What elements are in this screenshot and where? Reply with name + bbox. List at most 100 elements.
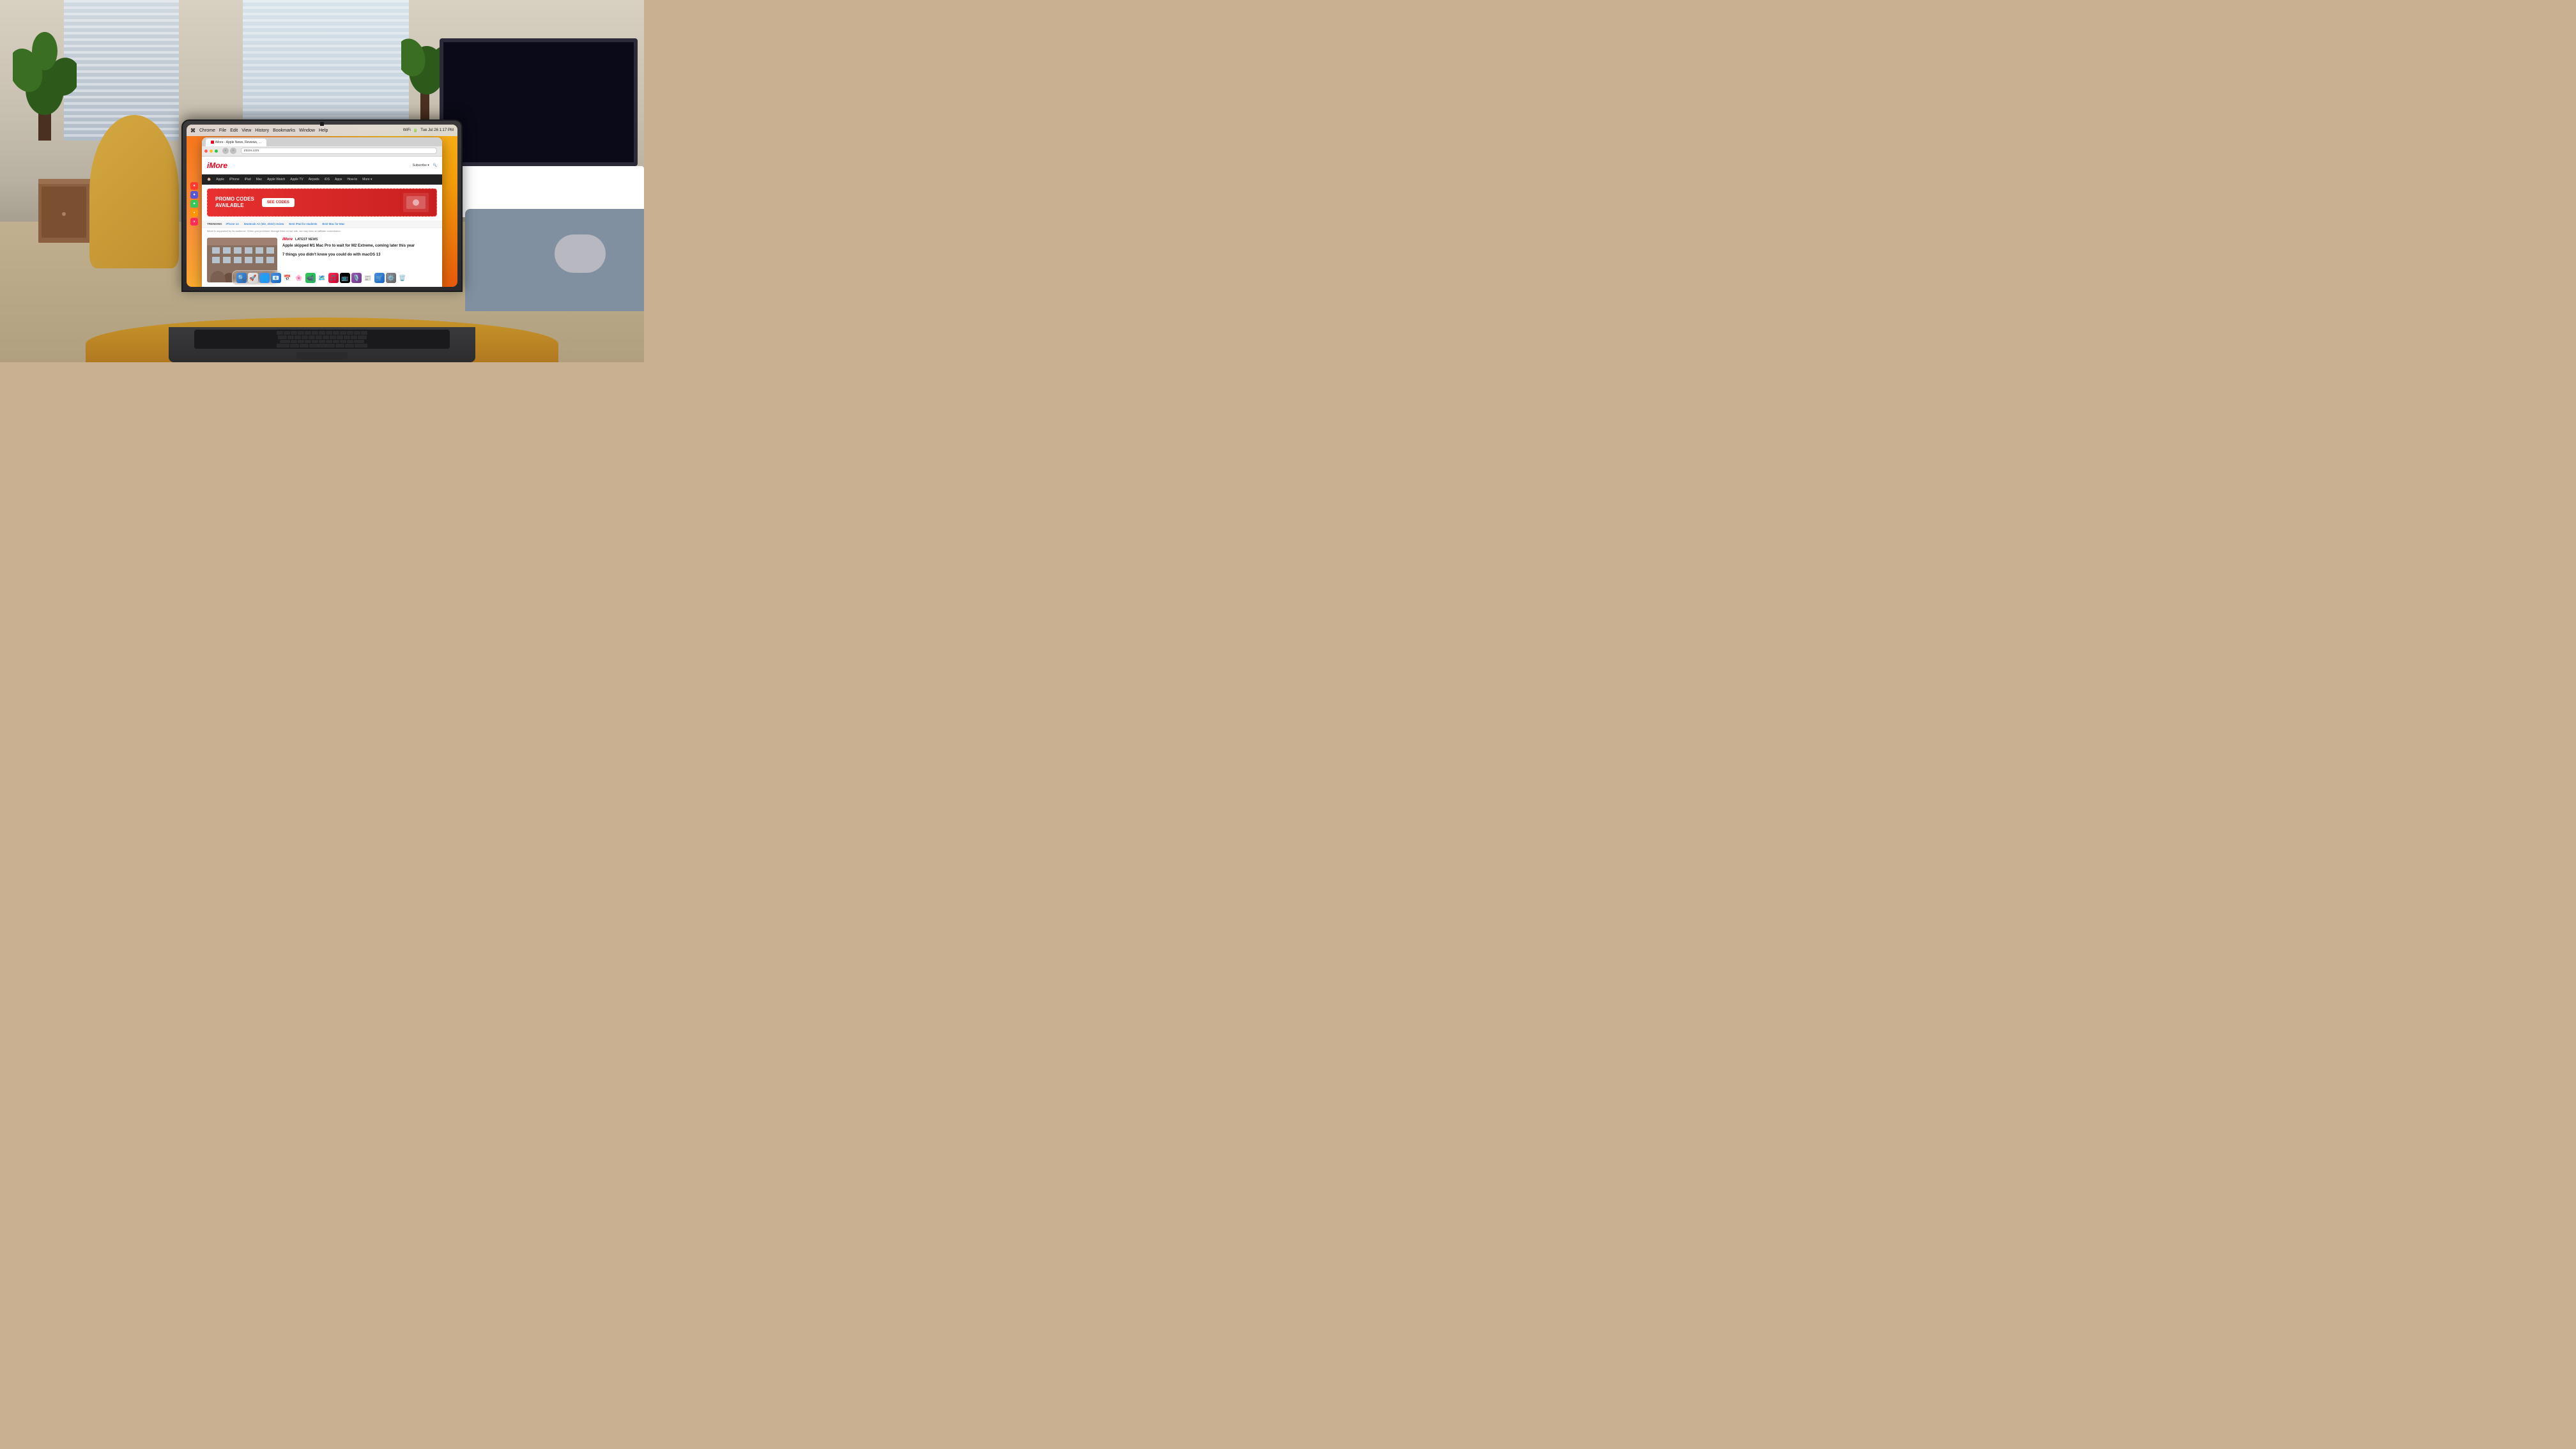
dock-icon-facetime[interactable]: 📹 — [305, 273, 316, 283]
menubar-window[interactable]: Window — [299, 128, 315, 133]
key[interactable] — [309, 335, 315, 339]
sidebar-icon-2[interactable]: ● — [190, 191, 198, 199]
key[interactable] — [337, 335, 343, 339]
key[interactable] — [319, 331, 325, 335]
key[interactable] — [302, 335, 308, 339]
key[interactable] — [305, 340, 311, 344]
dock-icon-photos[interactable]: 🌸 — [294, 273, 304, 283]
key[interactable] — [340, 340, 346, 344]
key[interactable] — [291, 340, 297, 344]
key[interactable] — [312, 340, 318, 344]
key[interactable] — [354, 340, 364, 344]
nav-apple[interactable]: Apple — [216, 178, 224, 181]
key[interactable] — [319, 340, 325, 344]
trending-item-2[interactable]: MacBook Air (M2, 2022) review — [244, 222, 284, 226]
menubar-help[interactable]: Help — [319, 128, 328, 133]
forward-button[interactable]: › — [230, 148, 236, 154]
key[interactable] — [335, 344, 344, 348]
menubar-bookmarks[interactable]: Bookmarks — [273, 128, 295, 133]
key[interactable] — [300, 344, 309, 348]
key[interactable] — [305, 331, 311, 335]
dock-icon-finder[interactable]: 🔍 — [236, 273, 247, 283]
key[interactable] — [295, 335, 301, 339]
key[interactable] — [291, 331, 297, 335]
key[interactable] — [284, 331, 290, 335]
dock-icon-trash[interactable]: 🗑️ — [397, 273, 408, 283]
nav-ios[interactable]: iOS — [325, 178, 330, 181]
nav-ipad[interactable]: iPad — [245, 178, 251, 181]
key[interactable] — [277, 344, 289, 348]
see-codes-button[interactable]: SEE CODES — [262, 198, 295, 207]
dock-icon-safari[interactable]: 🌐 — [259, 273, 270, 283]
key[interactable] — [355, 344, 367, 348]
key[interactable] — [277, 331, 283, 335]
dock-icon-launchpad[interactable]: 🚀 — [248, 273, 258, 283]
key[interactable] — [358, 335, 367, 339]
dock-icon-tv[interactable]: 📺 — [340, 273, 350, 283]
dock-icon-settings[interactable]: ⚙️ — [386, 273, 396, 283]
traffic-light-fullscreen[interactable] — [215, 150, 218, 153]
macbook-trackpad[interactable] — [296, 352, 348, 360]
key[interactable] — [330, 335, 336, 339]
dock-icon-maps[interactable]: 🗺️ — [317, 273, 327, 283]
key[interactable] — [298, 340, 304, 344]
browser-tab-active[interactable]: iMore - Apple News, Reviews, ... — [206, 139, 266, 146]
dock-icon-mail[interactable]: 📧 — [271, 273, 281, 283]
traffic-light-close[interactable] — [204, 150, 208, 153]
key[interactable] — [333, 331, 339, 335]
news-item-1[interactable]: Apple skipped M1 Mac Pro to wait for M2 … — [282, 244, 437, 249]
trending-item-1[interactable]: iPhone 14 — [226, 222, 239, 226]
menubar-file[interactable]: File — [219, 128, 226, 133]
trending-item-4[interactable]: Best Mac for Mac — [322, 222, 344, 226]
key[interactable] — [347, 331, 353, 335]
key[interactable] — [354, 331, 360, 335]
trending-item-3[interactable]: Best iPad for students — [289, 222, 317, 226]
dock-icon-podcasts[interactable]: 🎙️ — [351, 273, 362, 283]
key[interactable] — [361, 331, 367, 335]
key[interactable] — [278, 335, 287, 339]
dock-icon-news[interactable]: 📰 — [363, 273, 373, 283]
back-button[interactable]: ‹ — [222, 148, 229, 154]
subscribe-link[interactable]: Subscribe ▾ — [413, 164, 429, 167]
menubar-edit[interactable]: Edit — [230, 128, 238, 133]
menubar-view[interactable]: View — [241, 128, 251, 133]
imore-logo[interactable]: iMore — [207, 161, 227, 170]
key[interactable] — [340, 331, 346, 335]
sidebar-icon-4[interactable]: ● — [190, 209, 198, 217]
address-bar[interactable]: imore.com — [241, 148, 437, 154]
key[interactable] — [333, 340, 339, 344]
apple-logo-icon[interactable]: ⌘ — [190, 128, 195, 134]
key[interactable] — [316, 335, 322, 339]
key[interactable] — [280, 340, 290, 344]
nav-home[interactable]: 🏠 — [207, 178, 211, 181]
key[interactable] — [323, 335, 329, 339]
key[interactable] — [312, 331, 318, 335]
nav-appletv[interactable]: Apple TV — [290, 178, 303, 181]
key[interactable] — [288, 335, 294, 339]
sidebar-icon-1[interactable]: ● — [190, 182, 198, 190]
sidebar-icon-3[interactable]: ● — [190, 200, 198, 208]
nav-iphone[interactable]: iPhone — [229, 178, 240, 181]
key[interactable] — [326, 340, 332, 344]
key[interactable] — [326, 331, 332, 335]
search-icon[interactable]: 🔍 — [433, 164, 437, 167]
dock-icon-music[interactable]: 🎵 — [328, 273, 339, 283]
nav-airpods[interactable]: Airpods — [309, 178, 319, 181]
key[interactable] — [344, 335, 350, 339]
menubar-app-name[interactable]: Chrome — [199, 128, 215, 133]
nav-mac[interactable]: Mac — [256, 178, 262, 181]
traffic-light-minimize[interactable] — [210, 150, 213, 153]
dock-icon-appstore[interactable]: 🛒 — [374, 273, 385, 283]
key[interactable] — [290, 344, 299, 348]
key[interactable] — [351, 335, 357, 339]
sidebar-icon-5[interactable]: ● — [190, 218, 198, 226]
news-item-2[interactable]: 7 things you didn't know you could do wi… — [282, 253, 437, 258]
key[interactable] — [347, 340, 353, 344]
key[interactable] — [298, 331, 304, 335]
key[interactable] — [309, 344, 335, 348]
key[interactable] — [345, 344, 354, 348]
menubar-history[interactable]: History — [255, 128, 269, 133]
nav-applewatch[interactable]: Apple Watch — [267, 178, 285, 181]
dock-icon-calendar[interactable]: 📅 — [282, 273, 293, 283]
nav-howto[interactable]: How-to — [347, 178, 357, 181]
